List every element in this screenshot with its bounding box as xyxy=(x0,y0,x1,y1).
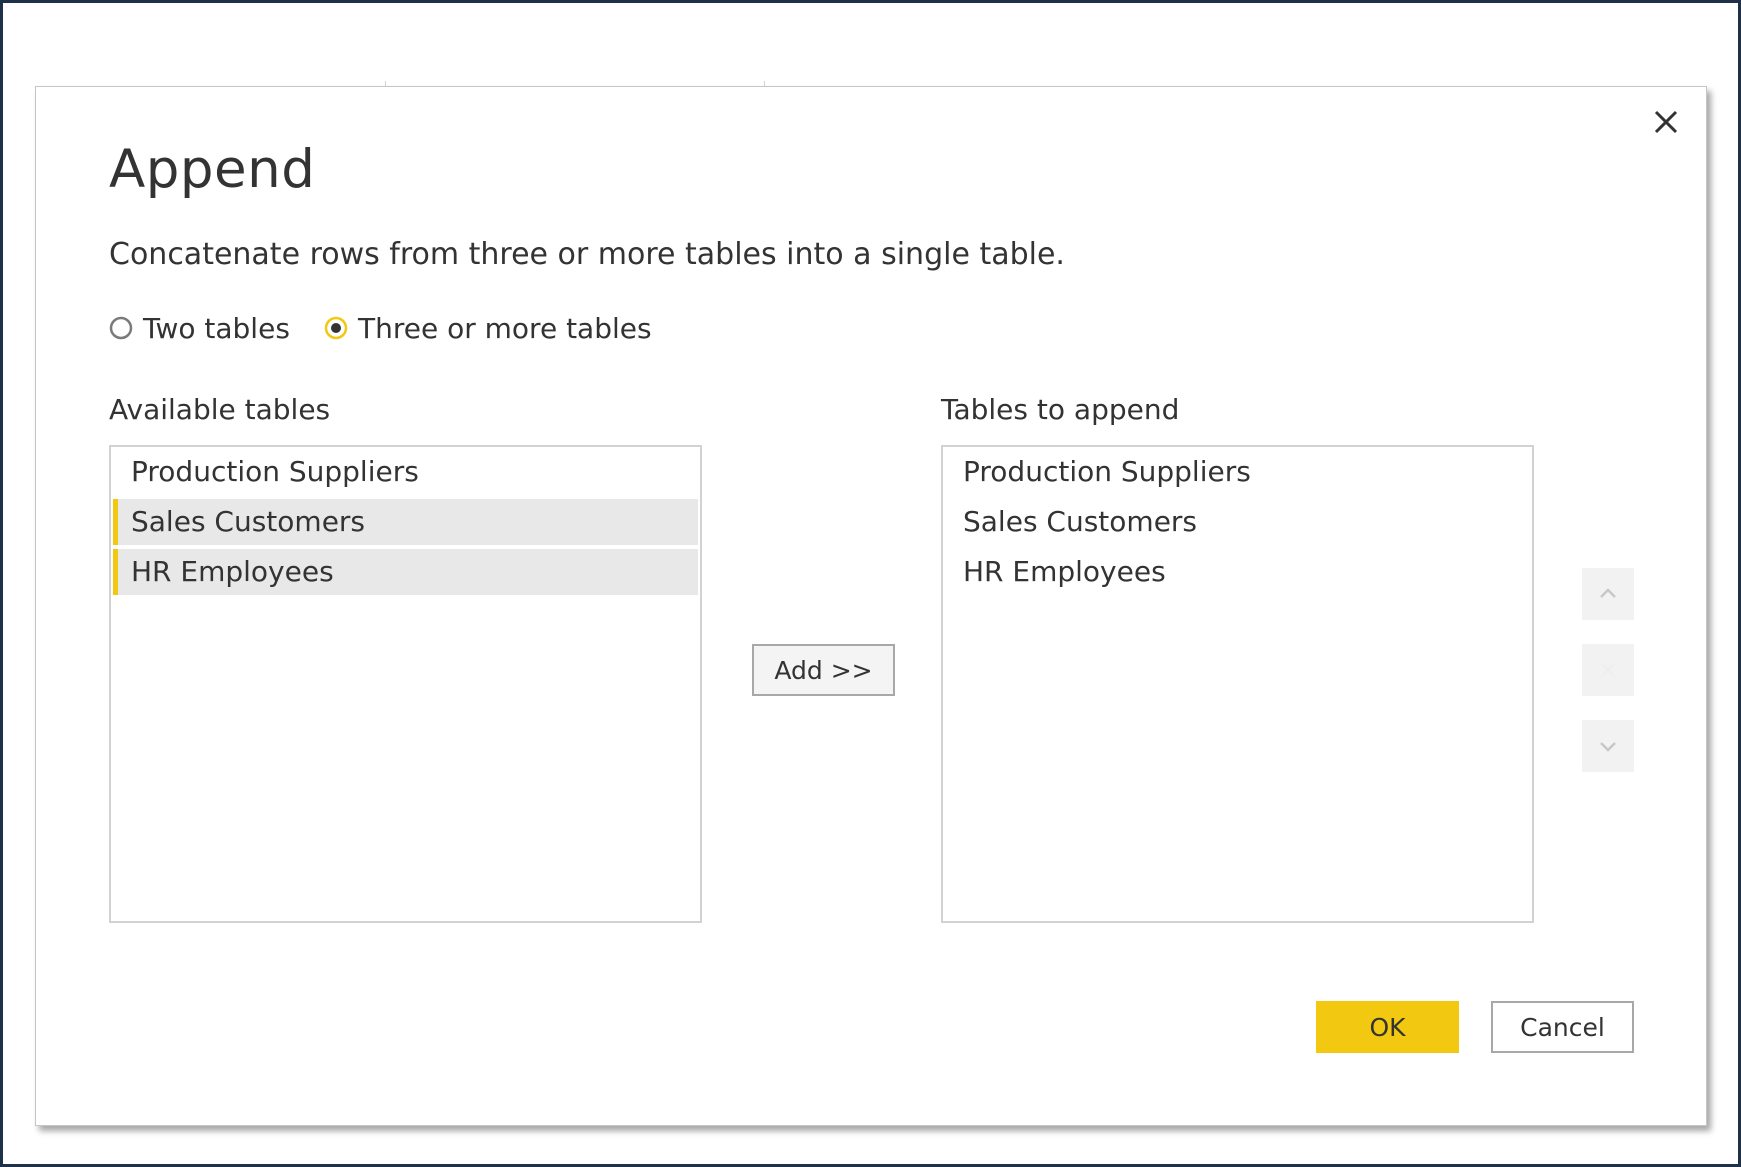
move-up-button[interactable] xyxy=(1582,568,1634,620)
dialog-description: Concatenate rows from three or more tabl… xyxy=(109,237,1065,272)
move-down-button[interactable] xyxy=(1582,720,1634,772)
radio-checked-icon xyxy=(324,316,348,340)
tables-to-append-list[interactable]: Production Suppliers Sales Customers HR … xyxy=(941,445,1534,923)
ok-button[interactable]: OK xyxy=(1316,1001,1459,1053)
list-item[interactable]: Production Suppliers xyxy=(945,449,1530,495)
available-tables-label: Available tables xyxy=(109,393,331,426)
radio-label: Two tables xyxy=(143,311,290,345)
list-item[interactable]: HR Employees xyxy=(113,549,698,595)
dialog-title: Append xyxy=(109,139,316,200)
cancel-button[interactable]: Cancel xyxy=(1491,1001,1634,1053)
radio-three-or-more-tables[interactable]: Three or more tables xyxy=(324,309,652,347)
available-tables-list[interactable]: Production Suppliers Sales Customers HR … xyxy=(109,445,702,923)
list-item[interactable]: HR Employees xyxy=(945,549,1530,595)
remove-button[interactable] xyxy=(1582,644,1634,696)
chevron-up-icon xyxy=(1600,588,1616,598)
append-dialog: Append Concatenate rows from three or mo… xyxy=(35,86,1707,1126)
radio-two-tables[interactable]: Two tables xyxy=(109,309,290,347)
list-item[interactable]: Production Suppliers xyxy=(113,449,698,495)
close-icon xyxy=(1654,110,1678,134)
list-item[interactable]: Sales Customers xyxy=(945,499,1530,545)
add-button[interactable]: Add >> xyxy=(752,644,895,696)
remove-icon xyxy=(1602,664,1614,676)
radio-label: Three or more tables xyxy=(358,311,652,345)
chevron-down-icon xyxy=(1600,742,1616,752)
list-item[interactable]: Sales Customers xyxy=(113,499,698,545)
radio-unchecked-icon xyxy=(109,316,133,340)
close-button[interactable] xyxy=(1646,102,1686,142)
tables-to-append-label: Tables to append xyxy=(941,393,1180,426)
